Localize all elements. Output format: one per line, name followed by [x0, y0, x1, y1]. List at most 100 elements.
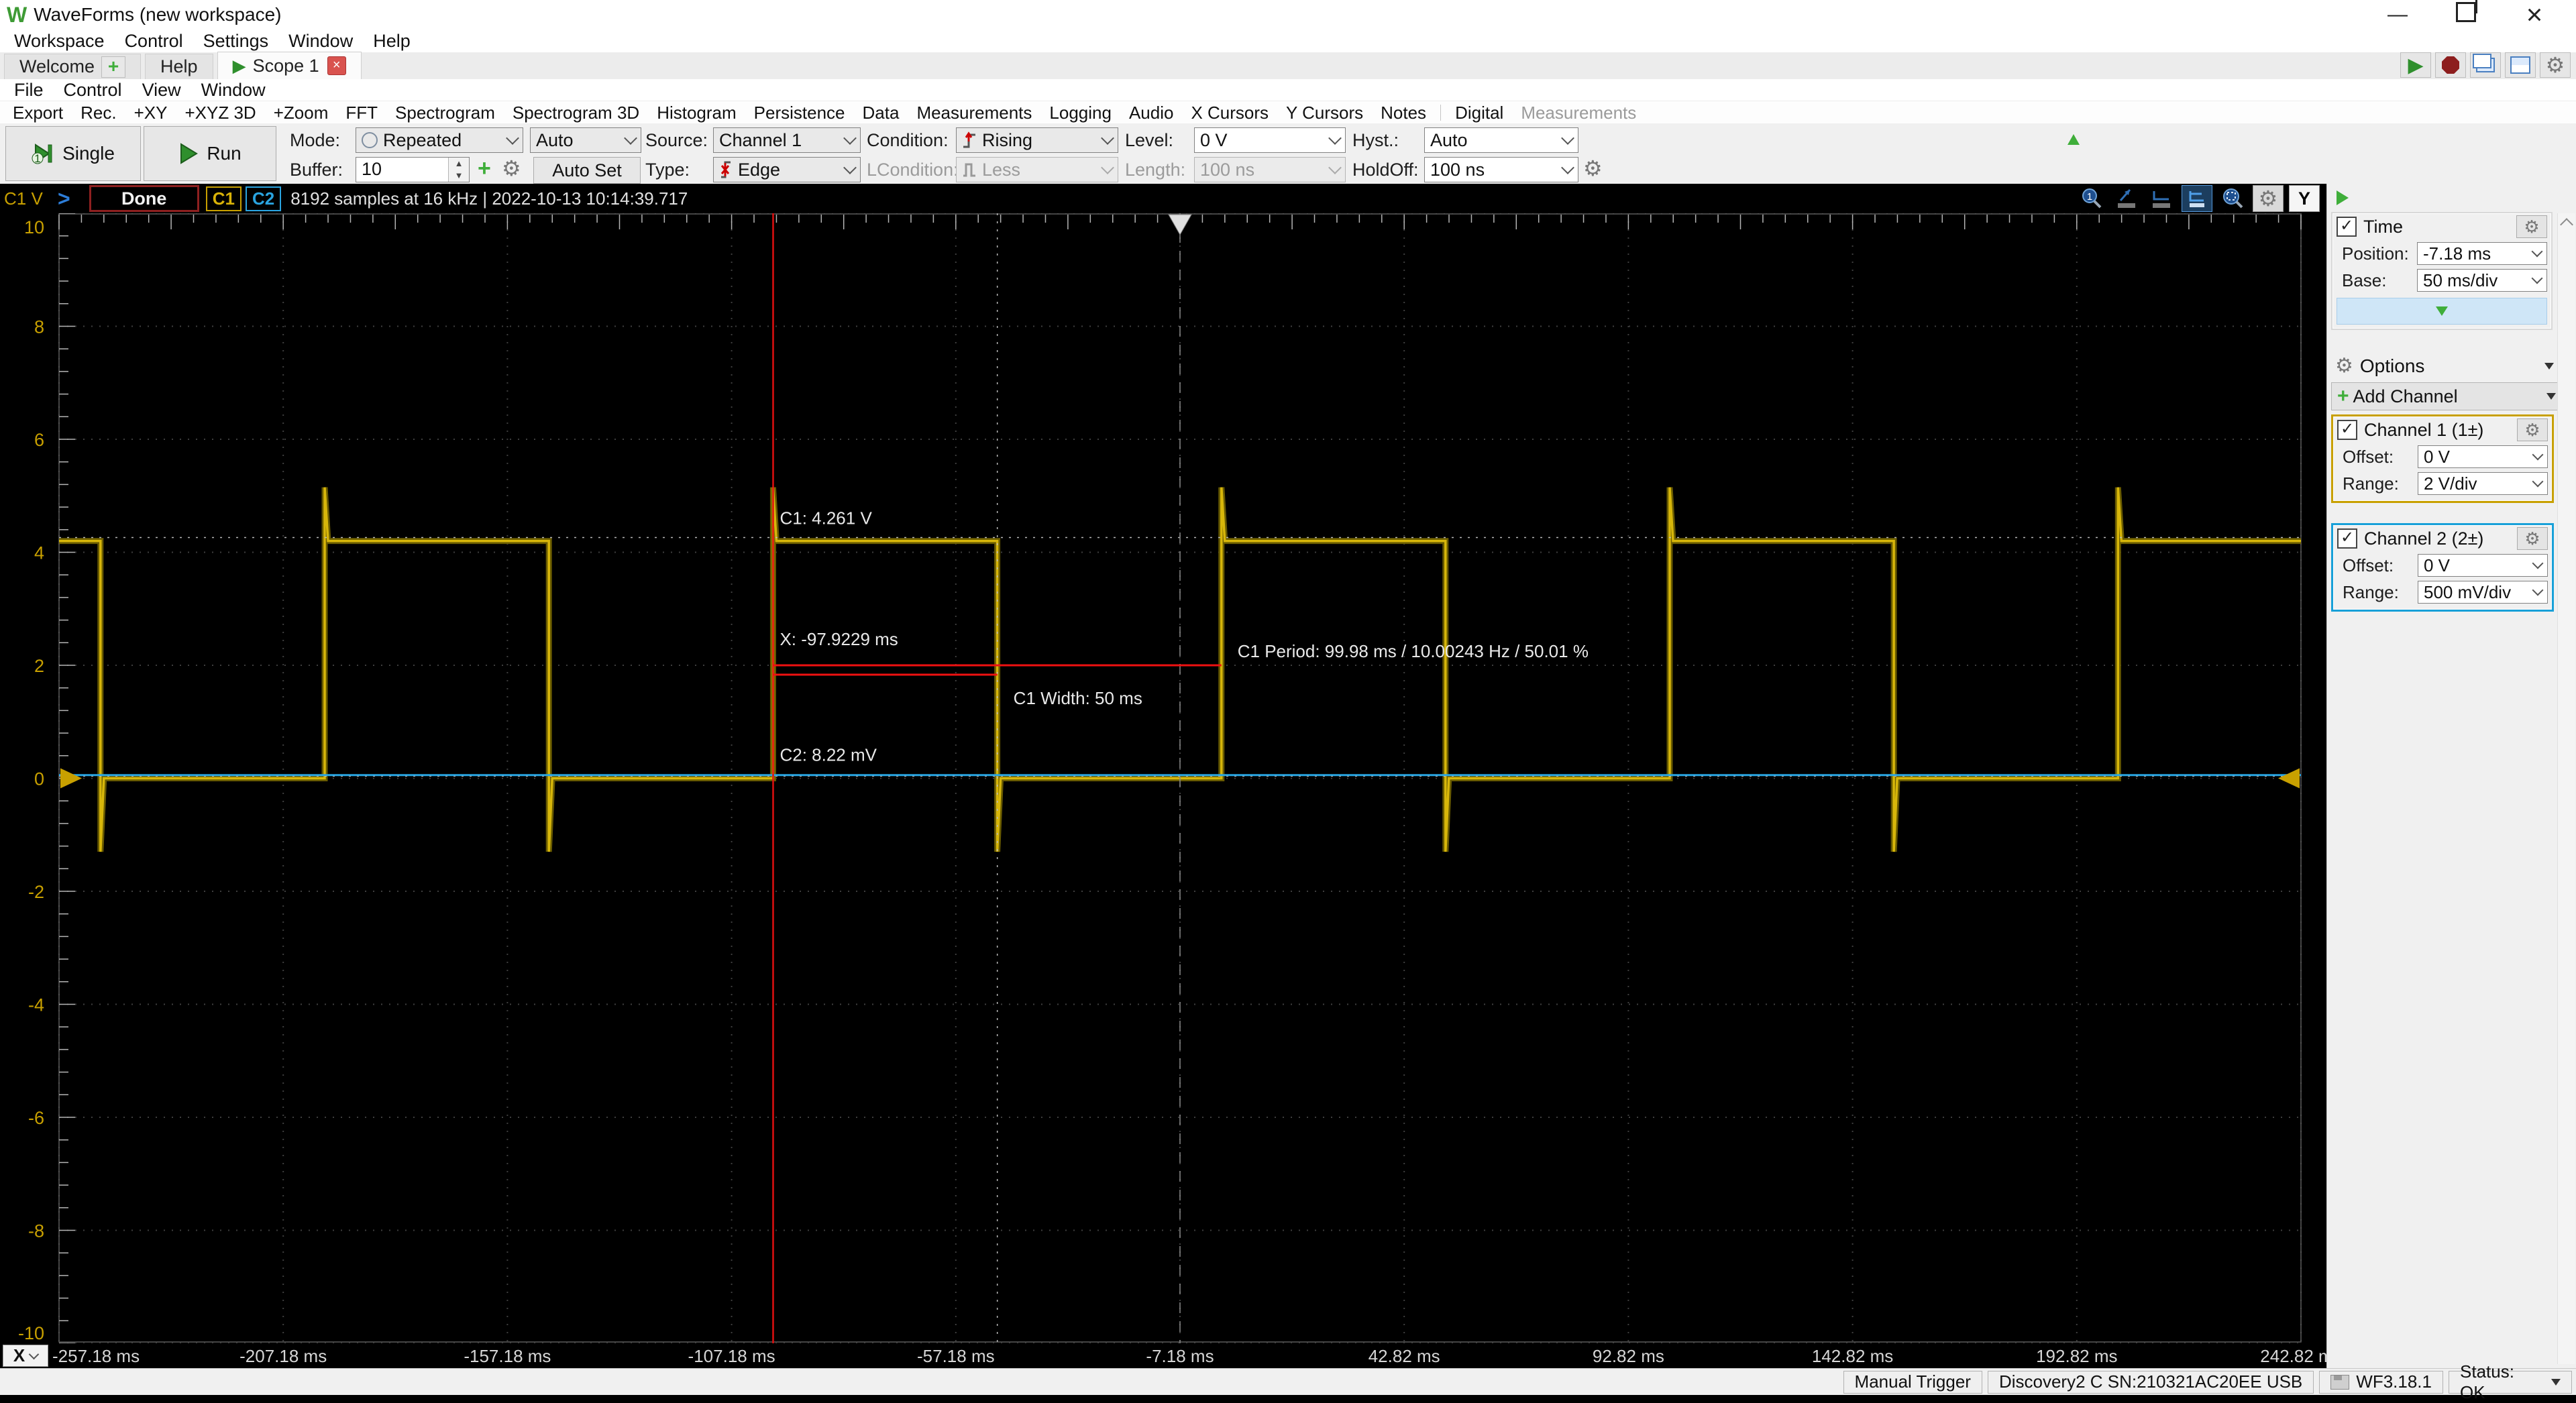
y-axis-channel-unit[interactable]: C1 V	[4, 188, 58, 209]
time-checkbox[interactable]: ✓	[2337, 217, 2357, 237]
menu-settings[interactable]: Settings	[193, 30, 279, 52]
minimize-icon[interactable]: —	[2383, 3, 2412, 26]
view-digital[interactable]: Digital	[1446, 101, 1512, 124]
options-row[interactable]: ⚙ Options	[2331, 353, 2558, 380]
expand-down-icon	[2436, 306, 2448, 316]
sidebar-scrollbar[interactable]	[2557, 213, 2575, 1364]
cursor-measure-button[interactable]	[2112, 186, 2141, 211]
view-measurements[interactable]: Measurements	[908, 101, 1040, 124]
zoom-region-icon	[2223, 188, 2243, 209]
holdoff-select[interactable]: 100 ns	[1424, 157, 1578, 182]
type-select[interactable]: Edge	[713, 157, 861, 182]
view-spectrogram-3d[interactable]: Spectrogram 3D	[504, 101, 648, 124]
view-measurements-disabled: Measurements	[1521, 103, 1637, 123]
trigger-gear-icon[interactable]: ⚙	[1583, 158, 1603, 179]
tab-welcome[interactable]: Welcome +	[4, 54, 142, 79]
tab-scope-1[interactable]: ▶ Scope 1 ×	[217, 52, 362, 79]
menu-help[interactable]: Help	[363, 30, 421, 52]
view-x-cursors[interactable]: X Cursors	[1182, 101, 1277, 124]
view--xyz-3d[interactable]: +XYZ 3D	[176, 101, 265, 124]
device-info[interactable]: Discovery2 C SN:210321AC20EE USB	[1987, 1370, 2314, 1394]
auto-set-button[interactable]: Auto Set	[533, 157, 641, 184]
scope-menu-file[interactable]: File	[4, 78, 54, 101]
collapse-sidebar-icon[interactable]	[2337, 190, 2349, 205]
y-axis-label: 0	[34, 769, 44, 789]
channel-2-checkbox[interactable]: ✓	[2337, 528, 2357, 549]
version-info[interactable]: WF3.18.1	[2319, 1370, 2443, 1394]
buffer-spinner[interactable]: 10 ▲ ▼	[356, 157, 470, 182]
manual-trigger-button[interactable]: Manual Trigger	[1843, 1370, 1982, 1394]
level-select[interactable]: 0 V	[1194, 127, 1346, 153]
run-button[interactable]: Run	[144, 126, 276, 181]
channel-1-badge[interactable]: C1	[205, 186, 241, 211]
x-axis-button[interactable]: X	[3, 1345, 48, 1367]
channel-1-settings-button[interactable]: ⚙	[2517, 418, 2548, 441]
stop-all-button[interactable]	[2435, 52, 2466, 78]
plot-settings-button[interactable]: ⚙	[2253, 185, 2284, 212]
buffer-spin-arrows[interactable]: ▲ ▼	[448, 158, 469, 182]
y-axis-button[interactable]: Y	[2289, 185, 2320, 212]
zoom-1x-button[interactable]: 1	[2077, 186, 2106, 211]
time-expand-bar[interactable]	[2337, 298, 2547, 325]
view-y-cursors[interactable]: Y Cursors	[1277, 101, 1372, 124]
view-fft[interactable]: FFT	[337, 101, 386, 124]
mode-select[interactable]: Repeated	[356, 127, 523, 153]
view-audio[interactable]: Audio	[1120, 101, 1183, 124]
time-settings-button[interactable]: ⚙	[2516, 215, 2547, 238]
channel-1-checkbox[interactable]: ✓	[2337, 420, 2357, 440]
scope-status-bar: C1 V > Done C1 C2 8192 samples at 16 kHz…	[0, 184, 2326, 213]
view-export[interactable]: Export	[4, 101, 72, 124]
channel-2-settings-button[interactable]: ⚙	[2517, 527, 2548, 550]
view-logging[interactable]: Logging	[1040, 101, 1120, 124]
scope-plot-area[interactable]: 10 8 6 4 2 0 -2 -4 -6 -8 -10 C1: 4.261 V X: -97.9229…	[0, 213, 2326, 1344]
split-windows-button[interactable]	[2505, 52, 2536, 78]
close-tab-icon[interactable]: ×	[327, 56, 346, 75]
expand-panel-icon[interactable]: >	[58, 186, 70, 211]
channel-2-badge[interactable]: C2	[245, 186, 282, 211]
add-buffer-icon[interactable]: +	[478, 156, 491, 182]
status-indicator[interactable]: Status: OK	[2449, 1361, 2572, 1402]
time-position-select[interactable]: -7.18 ms	[2417, 242, 2547, 265]
trigger-auto-select[interactable]: Auto	[530, 127, 641, 153]
hyst-select[interactable]: Auto	[1424, 127, 1578, 153]
view-persistence[interactable]: Persistence	[745, 101, 854, 124]
menu-control[interactable]: Control	[115, 30, 193, 52]
channel-2-range-select[interactable]: 500 mV/div	[2418, 581, 2548, 604]
menu-workspace[interactable]: Workspace	[4, 30, 115, 52]
scope-menu-control[interactable]: Control	[54, 78, 132, 101]
single-button[interactable]: 1 Single	[5, 126, 141, 181]
collapse-options-up-icon[interactable]	[2068, 134, 2080, 145]
x-axis-label: -257.18 ms	[52, 1346, 140, 1366]
view--xy[interactable]: +XY	[125, 101, 176, 124]
scope-menu-window[interactable]: Window	[191, 78, 276, 101]
trigger-level-marker[interactable]	[2278, 768, 2300, 789]
close-icon[interactable]: ×	[2520, 0, 2549, 31]
scope-menu-view[interactable]: View	[132, 78, 191, 101]
add-instrument-icon[interactable]: +	[101, 56, 126, 78]
time-base-select[interactable]: 50 ms/div	[2417, 269, 2547, 292]
view-spectrogram[interactable]: Spectrogram	[386, 101, 504, 124]
view-data[interactable]: Data	[854, 101, 908, 124]
run-all-button[interactable]: ▶	[2400, 52, 2431, 78]
trigger-position-marker[interactable]	[1168, 214, 1192, 236]
view-notes[interactable]: Notes	[1372, 101, 1435, 124]
channel-2-offset-select[interactable]: 0 V	[2418, 554, 2548, 577]
maximize-icon[interactable]	[2451, 0, 2481, 27]
workspace-settings-button[interactable]: ⚙	[2540, 52, 2571, 78]
measure-mode-button-selected[interactable]	[2182, 185, 2212, 212]
source-select[interactable]: Channel 1	[713, 127, 861, 153]
buffer-gear-icon[interactable]: ⚙	[502, 158, 521, 179]
channel-1-offset-select[interactable]: 0 V	[2418, 445, 2548, 468]
zoom-region-button[interactable]	[2218, 186, 2247, 211]
view-histogram[interactable]: Histogram	[648, 101, 745, 124]
horizontal-ruler-button[interactable]	[2147, 186, 2176, 211]
view-rec-[interactable]: Rec.	[72, 101, 125, 124]
condition-select[interactable]: Rising	[956, 127, 1118, 153]
view--zoom[interactable]: +Zoom	[265, 101, 337, 124]
channel-1-offset-marker[interactable]	[60, 768, 82, 789]
channel-1-range-select[interactable]: 2 V/div	[2418, 472, 2548, 495]
cascade-windows-button[interactable]	[2470, 52, 2501, 78]
menu-window[interactable]: Window	[278, 30, 363, 52]
add-channel-button[interactable]: + Add Channel	[2331, 382, 2562, 410]
tab-help[interactable]: Help	[145, 54, 213, 79]
